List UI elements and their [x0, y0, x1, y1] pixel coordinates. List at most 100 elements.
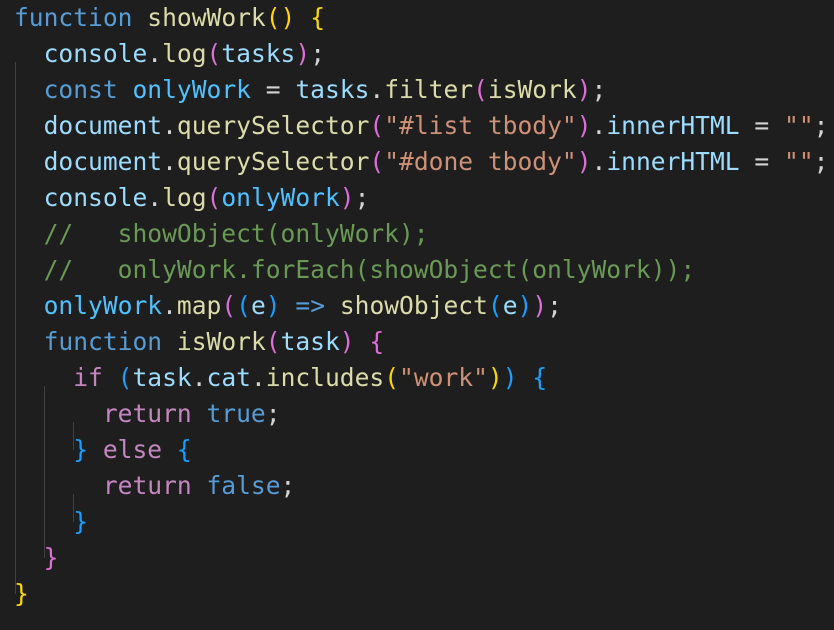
code-token: .: [250, 363, 266, 392]
code-token: else: [102, 435, 163, 464]
code-token: ;: [354, 183, 370, 212]
code-token: (: [206, 39, 222, 68]
code-token: innerHTML: [606, 111, 740, 140]
code-token: console: [43, 183, 148, 212]
code-token: (: [221, 291, 237, 320]
code-token: showWork: [147, 3, 266, 32]
code-token: ;: [547, 291, 562, 320]
code-token: (: [473, 75, 488, 104]
code-token: .: [369, 75, 385, 104]
code-token: ): [576, 147, 592, 176]
code-line: console.log(onlyWork);: [14, 180, 370, 216]
code-token: ;: [591, 75, 607, 104]
code-token: (): [265, 3, 296, 32]
code-token: (: [265, 327, 281, 356]
code-token: function: [14, 3, 133, 32]
code-token: "work": [399, 363, 488, 392]
code-line: const onlyWork = tasks.filter(isWork);: [14, 72, 607, 108]
code-token: ): [265, 291, 281, 320]
code-line: // showObject(onlyWork);: [14, 216, 429, 252]
code-token: task: [280, 327, 340, 356]
code-token: (: [487, 291, 503, 320]
code-line: }: [14, 504, 88, 540]
code-editor[interactable]: function showWork() { console.log(tasks)…: [0, 0, 834, 630]
code-token: ): [339, 327, 355, 356]
code-token: =: [739, 147, 785, 176]
code-token: (: [206, 183, 222, 212]
code-token: includes: [265, 363, 385, 392]
code-token: .: [162, 111, 177, 140]
code-token: map: [176, 291, 222, 320]
code-token: (: [369, 111, 385, 140]
code-token: ): [532, 291, 548, 320]
code-line: document.querySelector("#list tbody").in…: [14, 108, 829, 144]
code-token: innerHTML: [606, 147, 740, 176]
code-token: filter: [384, 75, 474, 104]
code-token: tasks: [221, 39, 296, 68]
code-token: console: [43, 39, 148, 68]
code-token: return: [102, 399, 192, 428]
code-token: onlyWork: [43, 291, 163, 320]
code-token: ): [576, 111, 592, 140]
code-token: =: [250, 75, 296, 104]
code-line: console.log(tasks);: [14, 36, 325, 72]
code-token: ): [487, 363, 503, 392]
code-token: // showObject(onlyWork);: [43, 219, 429, 248]
code-line: function isWork(task) {: [14, 324, 385, 360]
code-token: ;: [813, 147, 829, 176]
code-token: document: [43, 111, 163, 140]
code-token: if: [73, 363, 103, 392]
code-token: (: [369, 147, 385, 176]
code-token: log: [162, 183, 207, 212]
code-token: document: [43, 147, 163, 176]
code-line: return false;: [14, 468, 296, 504]
code-token: {: [310, 3, 325, 32]
code-token: .: [147, 39, 163, 68]
code-token: }: [43, 543, 59, 572]
code-token: cat: [206, 363, 251, 392]
code-token: showObject: [339, 291, 488, 320]
code-token: {: [176, 435, 192, 464]
code-line: } else {: [14, 432, 192, 468]
code-token: true: [206, 399, 266, 428]
code-token: .: [591, 147, 607, 176]
code-line: function showWork() {: [14, 0, 325, 36]
code-token: .: [191, 363, 207, 392]
code-token: querySelector: [176, 147, 370, 176]
code-token: tasks: [295, 75, 370, 104]
code-line: onlyWork.map((e) => showObject(e));: [14, 288, 562, 324]
code-token: onlyWork: [221, 183, 340, 212]
code-token: ): [517, 291, 533, 320]
code-token: (: [236, 291, 251, 320]
code-token: ;: [265, 399, 281, 428]
code-line: }: [14, 576, 29, 612]
code-token: function: [43, 327, 163, 356]
code-token: task: [132, 363, 192, 392]
code-token: {: [532, 363, 548, 392]
code-token: log: [162, 39, 207, 68]
code-token: .: [162, 147, 177, 176]
code-token: isWork: [176, 327, 266, 356]
code-token: "#list tbody": [384, 111, 577, 140]
code-token: }: [14, 579, 29, 608]
code-token: e: [250, 291, 266, 320]
code-token: .: [147, 183, 163, 212]
